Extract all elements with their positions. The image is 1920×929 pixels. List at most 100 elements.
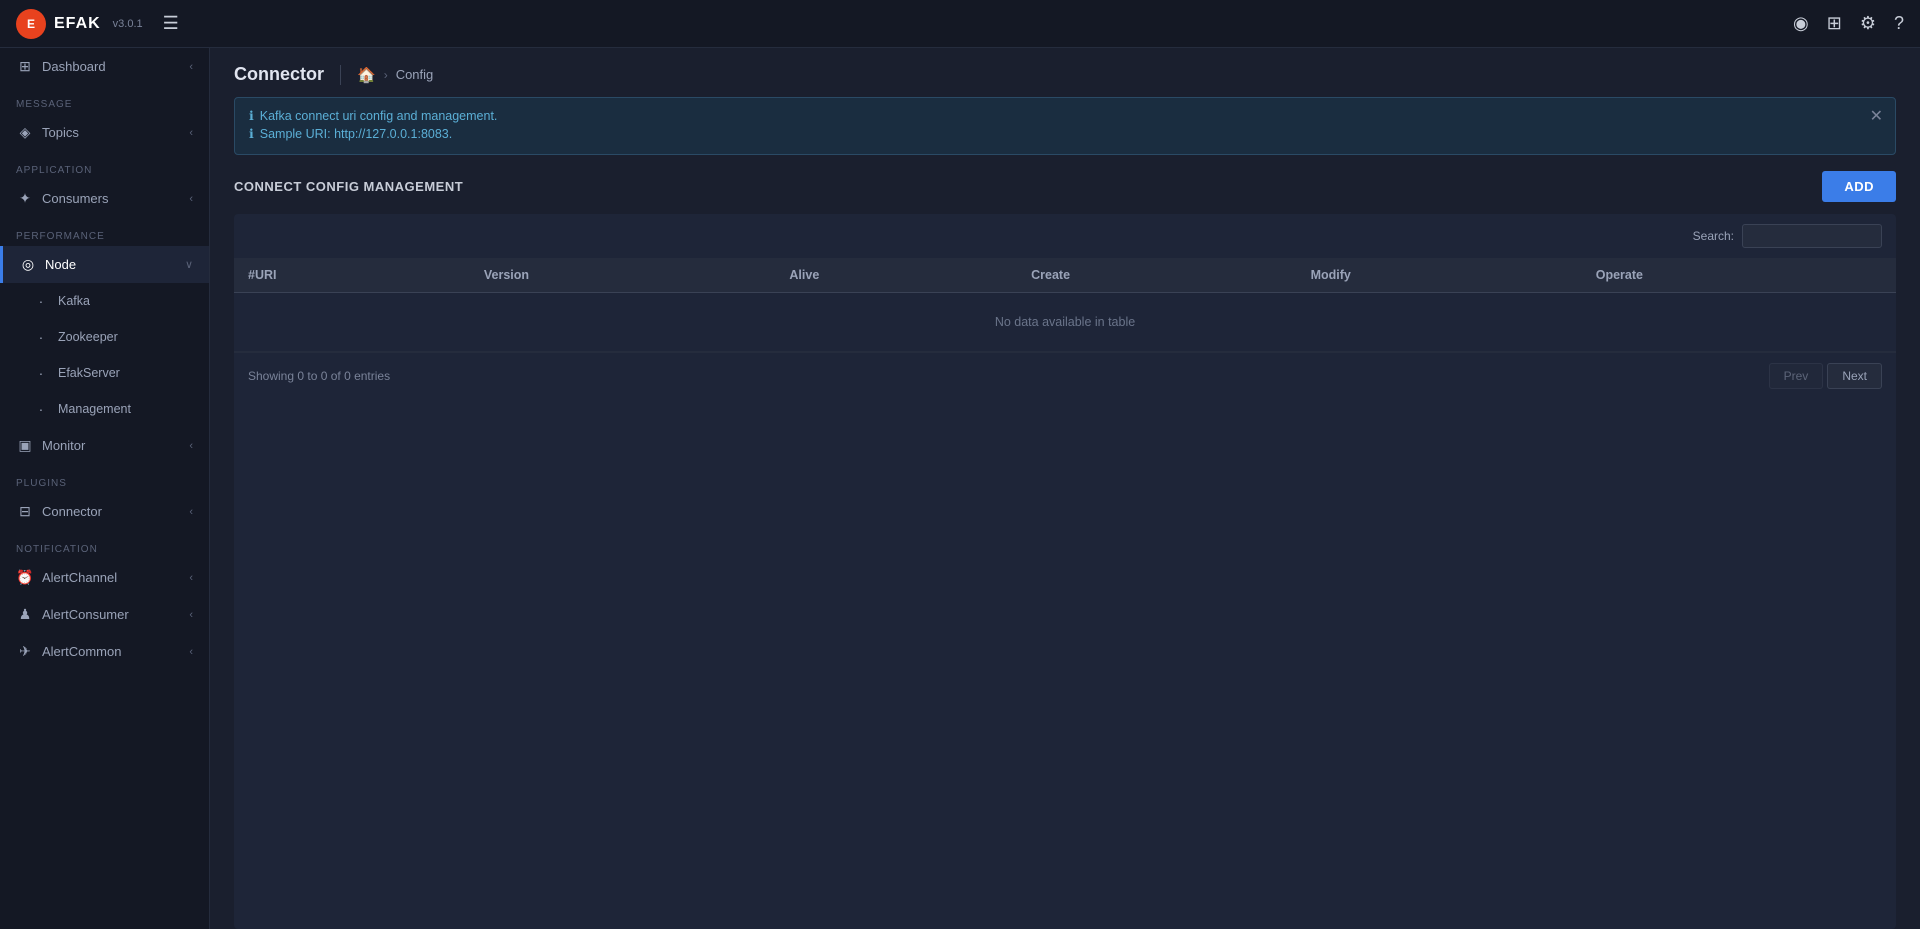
alertchannel-icon: ⏰ xyxy=(16,569,34,586)
sidebar-item-label: Topics xyxy=(42,125,79,140)
sidebar-item-label: AlertChannel xyxy=(42,570,117,585)
pagination: Prev Next xyxy=(1769,363,1882,389)
brand-name: EFAK xyxy=(54,15,101,33)
sidebar-item-label: Node xyxy=(45,257,76,272)
breadcrumb-home-icon[interactable]: 🏠 xyxy=(357,66,376,84)
sidebar-item-alertcommon[interactable]: ✈ AlertCommon ‹ xyxy=(0,633,209,670)
sidebar-item-connector[interactable]: ⊟ Connector ‹ xyxy=(0,493,209,530)
info-banner: ℹ Kafka connect uri config and managemen… xyxy=(234,97,1896,155)
hamburger-button[interactable]: ☰ xyxy=(163,13,179,34)
sidebar-item-dashboard[interactable]: ⊞ Dashboard ‹ xyxy=(0,48,209,85)
chevron-icon: ‹ xyxy=(189,61,193,73)
brand-version: v3.0.1 xyxy=(113,18,143,30)
sidebar-item-consumers[interactable]: ✦ Consumers ‹ xyxy=(0,180,209,217)
chevron-icon: ‹ xyxy=(189,506,193,518)
col-header-uri: #URI xyxy=(234,258,470,293)
main-content: Connector 🏠 › Config ℹ Kafka connect uri… xyxy=(210,48,1920,929)
col-header-version: Version xyxy=(470,258,776,293)
grid-icon[interactable]: ⊞ xyxy=(1827,13,1842,34)
sidebar-item-efakserver[interactable]: · EfakServer xyxy=(0,355,209,391)
help-icon[interactable]: ? xyxy=(1894,13,1904,34)
brand: E EFAK v3.0.1 xyxy=(16,9,143,39)
sidebar-item-kafka[interactable]: · Kafka xyxy=(0,283,209,319)
sidebar-item-management[interactable]: · Management xyxy=(0,391,209,427)
chevron-icon: ‹ xyxy=(189,609,193,621)
sidebar-item-monitor[interactable]: ▣ Monitor ‹ xyxy=(0,427,209,464)
sidebar-item-label: AlertCommon xyxy=(42,644,121,659)
dashboard-icon: ⊞ xyxy=(16,58,34,75)
breadcrumb-arrow-icon: › xyxy=(384,68,388,82)
management-icon: · xyxy=(32,401,50,417)
sidebar-item-topics[interactable]: ◈ Topics ‹ xyxy=(0,114,209,151)
prev-button[interactable]: Prev xyxy=(1769,363,1824,389)
sidebar-item-alertchannel[interactable]: ⏰ AlertChannel ‹ xyxy=(0,559,209,596)
section-header: CONNECT CONFIG MANAGEMENT ADD xyxy=(234,171,1896,202)
chevron-icon: ∨ xyxy=(185,258,193,271)
sidebar: ⊞ Dashboard ‹ MESSAGE ◈ Topics ‹ APPLICA… xyxy=(0,48,210,929)
sidebar-item-label: EfakServer xyxy=(58,366,120,380)
sidebar-item-zookeeper[interactable]: · Zookeeper xyxy=(0,319,209,355)
chevron-icon: ‹ xyxy=(189,127,193,139)
sidebar-item-label: AlertConsumer xyxy=(42,607,129,622)
connector-icon: ⊟ xyxy=(16,503,34,520)
navbar-right: ◉ ⊞ ⚙ ? xyxy=(1793,13,1904,34)
col-header-modify: Modify xyxy=(1297,258,1582,293)
table-footer: Showing 0 to 0 of 0 entries Prev Next xyxy=(234,352,1896,399)
col-header-alive: Alive xyxy=(775,258,1017,293)
next-button[interactable]: Next xyxy=(1827,363,1882,389)
info-icon-2: ℹ xyxy=(249,126,254,141)
efakserver-icon: · xyxy=(32,365,50,381)
topics-icon: ◈ xyxy=(16,124,34,141)
data-table: #URI Version Alive Create Modify Operate… xyxy=(234,258,1896,352)
no-data-row: No data available in table xyxy=(234,293,1896,352)
brand-logo: E xyxy=(16,9,46,39)
section-label-application: APPLICATION xyxy=(0,151,209,180)
table-showing-text: Showing 0 to 0 of 0 entries xyxy=(248,369,390,383)
sidebar-item-label: Connector xyxy=(42,504,102,519)
settings-icon[interactable]: ⚙ xyxy=(1860,13,1876,34)
layout: ⊞ Dashboard ‹ MESSAGE ◈ Topics ‹ APPLICA… xyxy=(0,48,1920,929)
sidebar-item-label: Dashboard xyxy=(42,59,106,74)
chevron-icon: ‹ xyxy=(189,572,193,584)
monitor-icon: ▣ xyxy=(16,437,34,454)
breadcrumb-current: Config xyxy=(396,67,434,82)
zookeeper-icon: · xyxy=(32,329,50,345)
breadcrumb: Connector 🏠 › Config xyxy=(210,48,1920,97)
profile-icon[interactable]: ◉ xyxy=(1793,13,1809,34)
sidebar-item-label: Monitor xyxy=(42,438,85,453)
node-icon: ◎ xyxy=(19,256,37,273)
breadcrumb-separator xyxy=(340,65,341,85)
info-icon-1: ℹ xyxy=(249,108,254,123)
sidebar-item-label: Kafka xyxy=(58,294,90,308)
sidebar-item-node[interactable]: ◎ Node ∨ xyxy=(0,246,209,283)
add-button[interactable]: ADD xyxy=(1822,171,1896,202)
info-banner-line-2: ℹ Sample URI: http://127.0.0.1:8083. xyxy=(249,126,1881,141)
banner-close-button[interactable]: ✕ xyxy=(1870,106,1883,126)
sidebar-item-label: Consumers xyxy=(42,191,108,206)
consumers-icon: ✦ xyxy=(16,190,34,207)
chevron-icon: ‹ xyxy=(189,646,193,658)
table-container: Search: #URI Version Alive Create Modify… xyxy=(234,214,1896,929)
page-title: Connector xyxy=(234,64,324,85)
section-label-plugins: PLUGINS xyxy=(0,464,209,493)
section-label-message: MESSAGE xyxy=(0,85,209,114)
sidebar-item-label: Management xyxy=(58,402,131,416)
alertcommon-icon: ✈ xyxy=(16,643,34,660)
info-banner-line-1: ℹ Kafka connect uri config and managemen… xyxy=(249,108,1881,123)
top-navbar: E EFAK v3.0.1 ☰ ◉ ⊞ ⚙ ? xyxy=(0,0,1920,48)
section-label-performance: PERFORMANCE xyxy=(0,217,209,246)
chevron-icon: ‹ xyxy=(189,440,193,452)
section-title: CONNECT CONFIG MANAGEMENT xyxy=(234,179,463,194)
sidebar-item-alertconsumer[interactable]: ♟ AlertConsumer ‹ xyxy=(0,596,209,633)
section-label-notification: NOTIFICATION xyxy=(0,530,209,559)
chevron-icon: ‹ xyxy=(189,193,193,205)
col-header-operate: Operate xyxy=(1582,258,1896,293)
search-input[interactable] xyxy=(1742,224,1882,248)
sidebar-item-label: Zookeeper xyxy=(58,330,118,344)
table-toolbar: Search: xyxy=(234,214,1896,258)
no-data-text: No data available in table xyxy=(234,293,1896,352)
kafka-icon: · xyxy=(32,293,50,309)
alertconsumer-icon: ♟ xyxy=(16,606,34,623)
col-header-create: Create xyxy=(1017,258,1296,293)
search-label: Search: xyxy=(1693,229,1734,243)
